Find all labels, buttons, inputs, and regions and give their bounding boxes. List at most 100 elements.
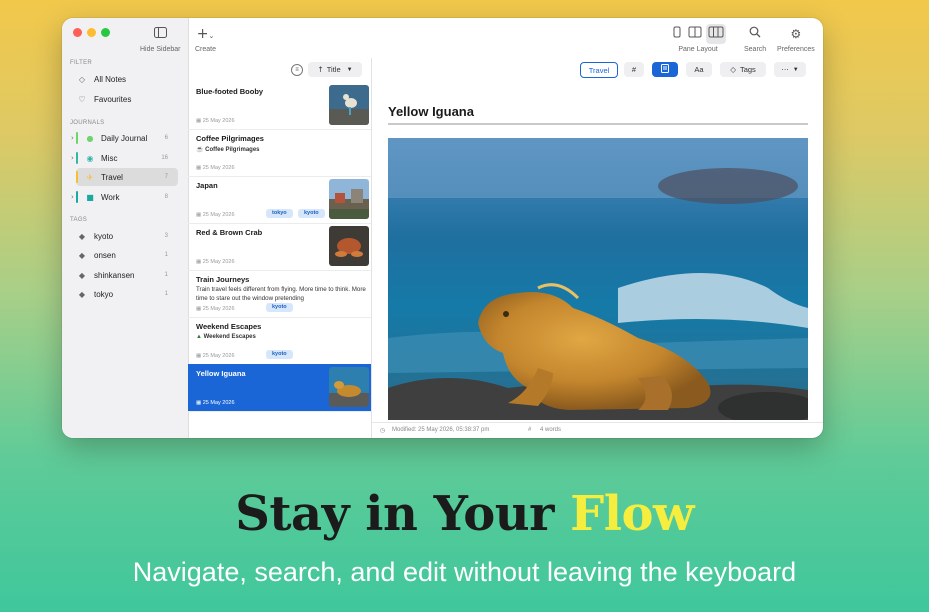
filter-section-label: FILTER [70, 60, 93, 66]
tags-button-label: Tags [739, 65, 756, 74]
note-date-text: 25 May 2026 [202, 306, 235, 312]
headline-accent-text: Flow [570, 486, 694, 542]
hide-sidebar-button[interactable]: Hide Sidebar [140, 26, 180, 53]
note-thumbnail-iguana [329, 367, 369, 407]
note-item-train-journeys[interactable]: Train Journeys Train travel feels differ… [188, 270, 371, 318]
lightbulb-icon: ● [86, 133, 94, 143]
note-item-yellow-iguana[interactable]: Yellow Iguana ▦ 25 May 2026 [188, 364, 371, 412]
sidebar-item-favourites[interactable]: ♡ Favourites [76, 90, 178, 108]
coffee-icon: ☕ [196, 147, 206, 153]
headline-main-text: Stay in Your [235, 486, 554, 542]
gear-icon: ⚙ [790, 27, 802, 41]
sidebar-item-label: Travel [101, 172, 123, 182]
calendar-icon: ▦ [196, 353, 203, 359]
calendar-icon: ▦ [196, 306, 203, 312]
sidebar-icon [153, 26, 167, 42]
note-title: Coffee Pilgrimages [196, 134, 264, 143]
chevron-right-icon[interactable]: › [71, 134, 74, 142]
note-item-red-brown-crab[interactable]: Red & Brown Crab ▦ 25 May 2026 [188, 223, 371, 271]
tag-count: 3 [164, 233, 168, 239]
tag-pill[interactable]: kyoto [298, 209, 325, 218]
note-date: ▦ 25 May 2026 [196, 118, 235, 124]
journal-color-bar [76, 171, 78, 183]
sidebar-tag-onsen[interactable]: ◆ onsen 1 [76, 246, 178, 264]
sidebar-item-misc[interactable]: › ◉ Misc 16 [71, 149, 178, 167]
note-subtitle-text: Coffee Pilgrimages [205, 147, 260, 153]
sidebar-tag-kyoto[interactable]: ◆ kyoto 3 [76, 227, 178, 245]
tag-pill[interactable]: tokyo [266, 209, 293, 218]
note-list: Blue-footed Booby ▦ 25 May 2026 Coffee P… [188, 82, 371, 422]
chevron-right-icon[interactable]: › [71, 154, 74, 162]
create-label: Create [195, 46, 217, 53]
sidebar-tag-tokyo[interactable]: ◆ tokyo 1 [76, 285, 178, 303]
note-subtitle: ☕ Coffee Pilgrimages [196, 146, 260, 153]
note-date: ▦ 25 May 2026 [196, 165, 235, 171]
document-icon [661, 64, 669, 75]
close-window-button[interactable] [73, 28, 82, 37]
preferences-label: Preferences [777, 46, 815, 53]
more-options-button[interactable]: ⋯ ▼ [774, 62, 806, 77]
sort-button[interactable]: ↑ Title ▼ [308, 62, 362, 77]
preview-mode-button[interactable] [652, 62, 678, 77]
editor-toolbar: Travel # Aa ◇ Tags ⋯ ▼ [372, 58, 823, 82]
note-item-japan[interactable]: Japan ▦ 25 May 2026 tokyo kyoto [188, 176, 371, 224]
calendar-icon: ▦ [196, 400, 203, 406]
note-date-text: 25 May 2026 [202, 118, 235, 124]
filter-icon[interactable]: ≡ [291, 64, 303, 76]
three-pane-icon[interactable] [706, 24, 726, 44]
tag-count: 1 [164, 272, 168, 278]
zoom-window-button[interactable] [101, 28, 110, 37]
preferences-button[interactable]: ⚙ Preferences [777, 26, 815, 53]
promo-subheadline: Navigate, search, and edit without leavi… [132, 557, 797, 587]
note-item-weekend-escapes[interactable]: Weekend Escapes ▲ Weekend Escapes ▦ 25 M… [188, 317, 371, 365]
journal-chip-travel[interactable]: Travel [580, 62, 618, 78]
sidebar-item-work[interactable]: › ■ Work 8 [71, 188, 178, 206]
airplane-icon: ✈ [86, 172, 94, 182]
note-item-blue-footed-booby[interactable]: Blue-footed Booby ▦ 25 May 2026 [188, 82, 371, 130]
tag-icon: ◆ [78, 250, 86, 260]
sidebar-tag-shinkansen[interactable]: ◆ shinkansen 1 [76, 266, 178, 284]
note-title-heading[interactable]: Yellow Iguana [388, 104, 474, 119]
note-thumbnail-crab [329, 226, 369, 266]
search-button[interactable]: Search [744, 26, 766, 53]
note-date: ▦ 25 May 2026 [196, 306, 235, 312]
minimize-window-button[interactable] [87, 28, 96, 37]
journal-color-bar [76, 132, 78, 144]
sidebar-item-label: tokyo [94, 289, 114, 299]
journal-color-bar [76, 191, 78, 203]
create-button[interactable]: +⌄ Create [195, 26, 216, 53]
tag-pill[interactable]: kyoto [266, 350, 293, 359]
tags-button[interactable]: ◇ Tags [720, 62, 766, 77]
pane-layout-control[interactable]: Pane Layout [670, 24, 726, 53]
sidebar-item-daily-journal[interactable]: › ● Daily Journal 6 [71, 129, 178, 147]
sidebar-item-label: shinkansen [94, 270, 135, 280]
two-pane-icon[interactable] [688, 25, 702, 43]
tag-pill[interactable]: kyoto [266, 303, 293, 312]
pane-layout-label: Pane Layout [678, 46, 718, 53]
tags-section-label: TAGS [70, 217, 88, 223]
note-title: Yellow Iguana [196, 369, 246, 378]
binoculars-icon: ◉ [86, 153, 94, 163]
tag-icon: ◆ [78, 270, 86, 280]
title-divider [388, 123, 808, 125]
note-date-text: 25 May 2026 [202, 353, 235, 359]
ellipsis-circle-icon: ⋯ [781, 65, 789, 74]
chevron-right-icon[interactable]: › [71, 193, 74, 201]
note-title: Train Journeys [196, 275, 250, 284]
note-title: Japan [196, 181, 218, 190]
pane-divider[interactable] [371, 58, 372, 438]
sidebar-item-all-notes[interactable]: ◇ All Notes [76, 70, 178, 88]
sidebar-item-travel[interactable]: ✈ Travel 7 [76, 168, 178, 186]
note-item-coffee-pilgrimages[interactable]: Coffee Pilgrimages ☕ Coffee Pilgrimages … [188, 129, 371, 177]
stack-icon: ◇ [78, 74, 86, 84]
note-subtitle-text: Weekend Escapes [203, 334, 256, 340]
calendar-icon: ▦ [196, 212, 203, 218]
journal-count: 6 [164, 135, 168, 141]
single-pane-icon[interactable] [670, 25, 684, 43]
note-date-text: 25 May 2026 [202, 165, 235, 171]
journal-count: 8 [164, 194, 168, 200]
tag-count: 1 [164, 291, 168, 297]
hash-button[interactable]: # [624, 62, 644, 77]
font-button[interactable]: Aa [686, 62, 712, 77]
note-excerpt: Train travel feels different from flying… [196, 286, 366, 302]
